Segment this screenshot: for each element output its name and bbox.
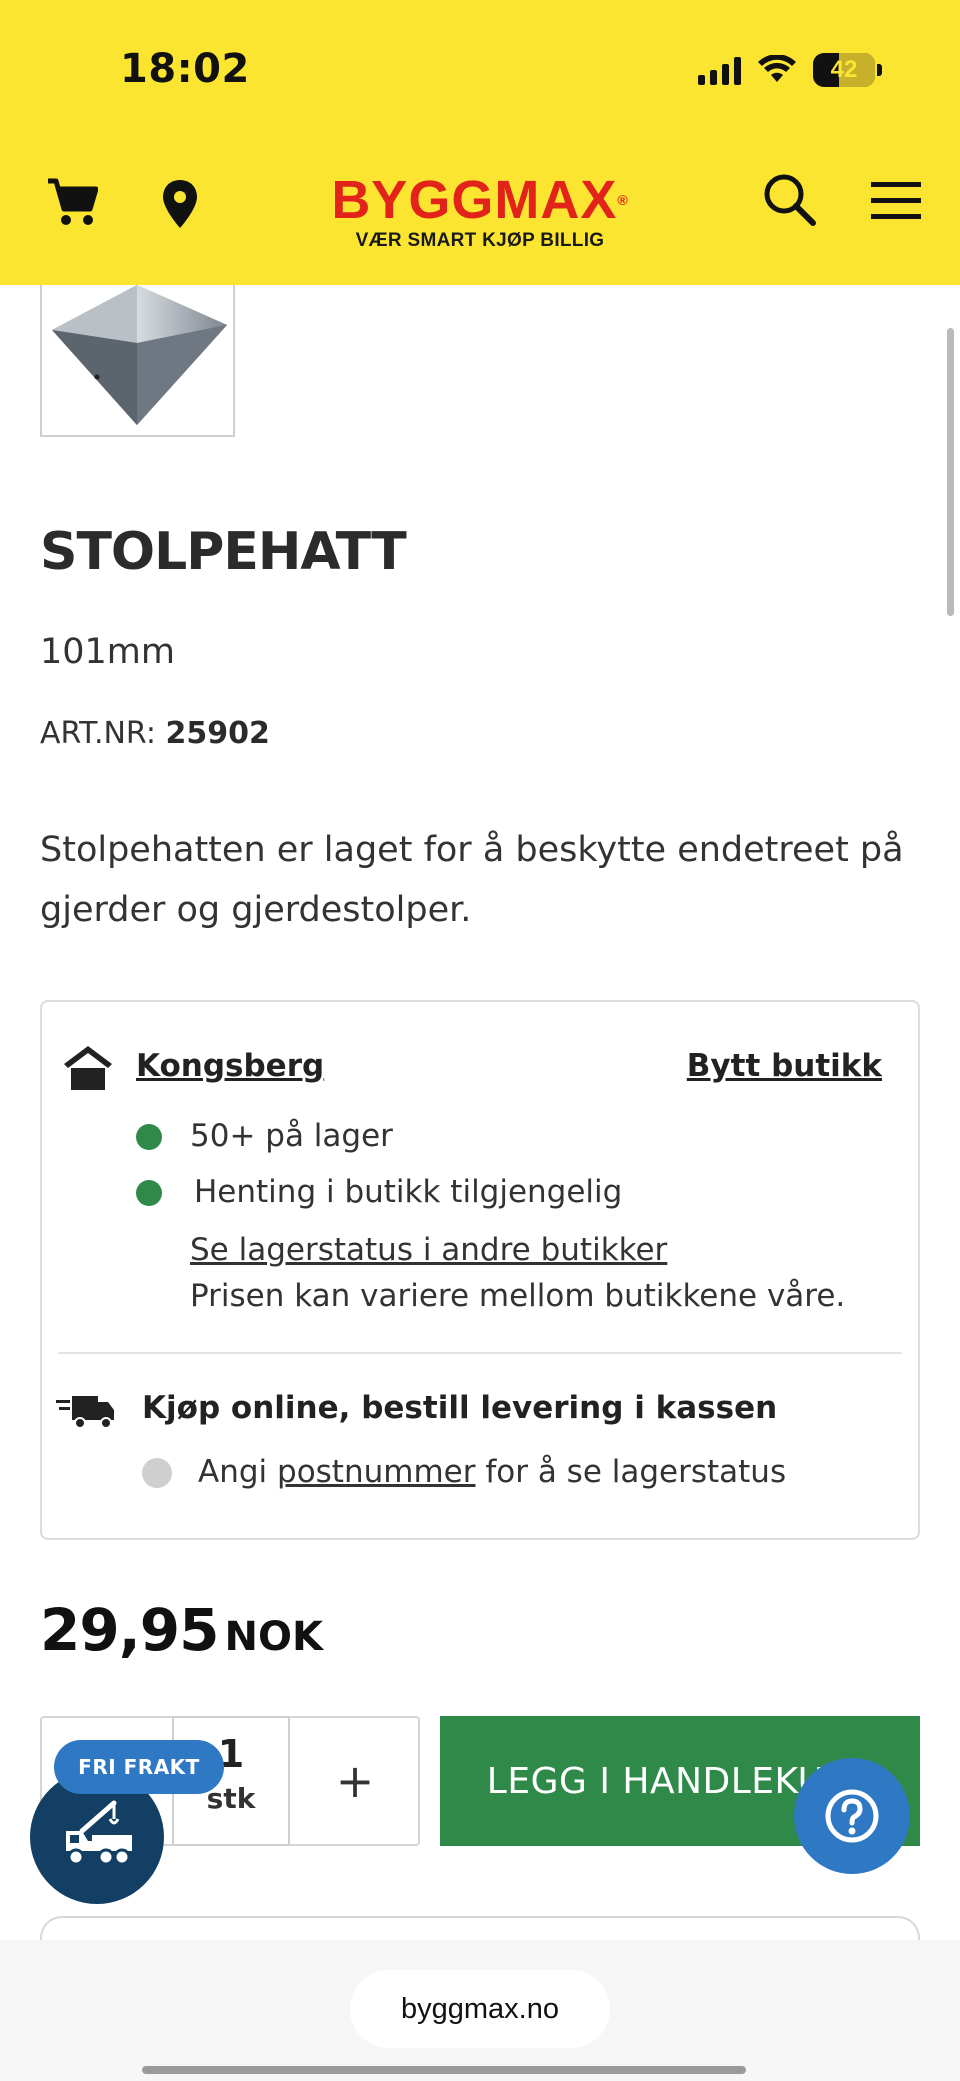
logo-tagline: VÆR SMART KJØP BILLIG (355, 230, 605, 251)
cart-icon (48, 178, 98, 225)
browser-address-bar[interactable]: byggmax.no (350, 1970, 610, 2048)
cart-button[interactable] (44, 176, 100, 228)
house-icon (64, 1046, 112, 1090)
pickup-indicator (136, 1180, 162, 1206)
battery-level: 42 (830, 56, 858, 83)
store-row: Kongsberg Bytt butikk (62, 1042, 882, 1092)
postcode-suffix: for å se lagerstatus (485, 1454, 787, 1490)
price-variation-note: Prisen kan variere mellom butikkene våre… (190, 1278, 846, 1314)
location-pin-icon (163, 180, 197, 228)
delivery-truck-icon (56, 1396, 114, 1429)
postcode-prompt: Angi postnummer for å se lagerstatus (198, 1454, 786, 1490)
store-name-link[interactable]: Kongsberg (136, 1048, 324, 1084)
menu-icon (871, 182, 921, 219)
article-number: ART.NR: 25902 (40, 716, 270, 751)
free-shipping-badge[interactable]: FRI FRAKT (54, 1740, 224, 1794)
page-scrollbar[interactable] (947, 328, 954, 616)
byggmax-logo[interactable]: BYGGMAX® VÆR SMART KJØP BILLIG (300, 172, 660, 252)
product-description: Stolpehatten er laget for å beskytte end… (40, 830, 904, 930)
product-price: 29,95 NOK (40, 1596, 323, 1664)
crane-truck-icon (66, 1800, 132, 1866)
stock-divider (58, 1352, 902, 1354)
price-currency: NOK (224, 1614, 323, 1660)
in-stock-indicator (136, 1124, 162, 1150)
logo-wordmark: BYGGMAX (331, 170, 618, 230)
article-number-label: ART.NR: (40, 716, 156, 751)
product-thumbnail[interactable] (40, 285, 235, 437)
search-button[interactable] (760, 170, 818, 228)
status-icons: 42 (698, 48, 882, 92)
postcode-link[interactable]: postnummer (277, 1454, 475, 1490)
store-locator-button[interactable] (158, 176, 202, 232)
battery-icon: 42 (813, 53, 875, 87)
help-button[interactable] (794, 1758, 910, 1874)
product-title: STOLPEHATT (40, 522, 407, 582)
online-delivery-title: Kjøp online, bestill levering i kassen (142, 1390, 778, 1426)
search-icon (764, 174, 816, 226)
quantity-increase-button[interactable]: + (292, 1718, 418, 1844)
menu-button[interactable] (868, 176, 924, 224)
product-image (52, 285, 227, 425)
wifi-icon (758, 55, 796, 82)
delivery-stock-indicator (142, 1458, 172, 1488)
price-amount: 29,95 (40, 1596, 219, 1664)
help-question-icon (825, 1789, 879, 1843)
cellular-signal-icon (698, 55, 741, 85)
other-stores-link[interactable]: Se lagerstatus i andre butikker (190, 1232, 667, 1268)
site-header: 18:02 42 BYGGMAX® VÆR SMART KJØP BILLIG (0, 0, 960, 285)
home-indicator[interactable] (142, 2066, 746, 2074)
postcode-prefix: Angi (198, 1454, 268, 1490)
change-store-link[interactable]: Bytt butikk (687, 1048, 882, 1084)
product-size: 101mm (40, 632, 175, 672)
in-stock-text: 50+ på lager (190, 1118, 393, 1154)
article-number-value: 25902 (165, 716, 270, 751)
pickup-text: Henting i butikk tilgjengelig (194, 1174, 623, 1210)
status-time: 18:02 (120, 46, 250, 92)
stock-status-panel: Kongsberg Bytt butikk 50+ på lager Henti… (40, 1000, 920, 1540)
